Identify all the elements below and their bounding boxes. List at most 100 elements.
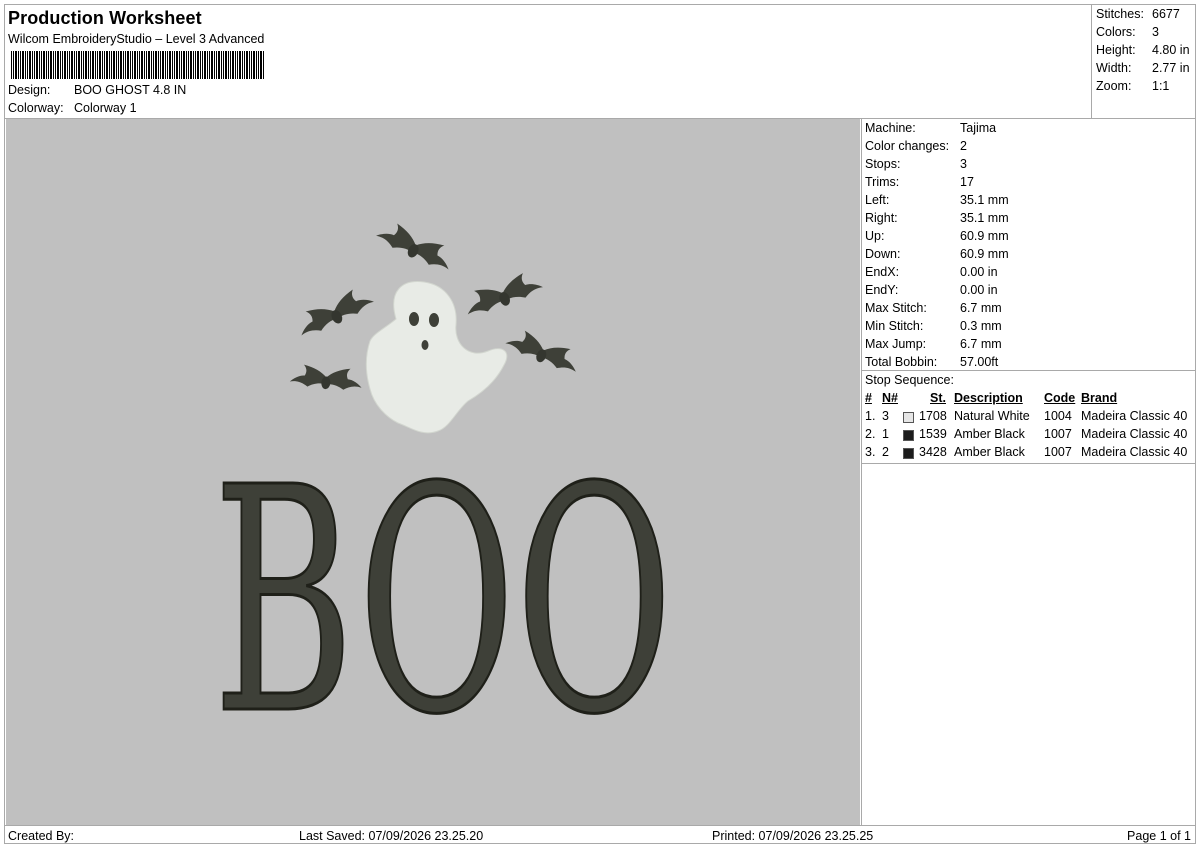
stitch-count: 1539 xyxy=(919,427,947,441)
barcode-bar xyxy=(263,51,264,79)
printed-date: Printed: 07/09/2026 23.25.25 xyxy=(712,829,874,843)
barcode-bar xyxy=(92,51,94,79)
barcode-bar xyxy=(148,51,150,79)
thread-code: 1007 xyxy=(1044,445,1072,459)
barcode-bar xyxy=(116,51,117,79)
detail-value: 60.9 mm xyxy=(960,247,1009,261)
barcode-bar xyxy=(202,51,203,79)
barcode-bar xyxy=(209,51,210,79)
barcode-bar xyxy=(221,51,222,79)
barcode-bar xyxy=(151,51,152,79)
stop-index: 1. xyxy=(865,409,876,423)
summary-width: Width: 2.77 in xyxy=(1096,61,1190,75)
detail-label: Down: xyxy=(865,247,901,261)
barcode-bar xyxy=(127,51,129,79)
barcode-bar xyxy=(125,51,126,79)
barcode-bar xyxy=(174,51,175,79)
barcode-bar xyxy=(258,51,259,79)
color-swatch xyxy=(903,412,914,423)
thread-brand: Madeira Classic 40 xyxy=(1081,427,1188,441)
detail-row: Machine: Tajima xyxy=(865,121,996,135)
detail-row: Total Bobbin: 57.00ft xyxy=(865,355,998,369)
detail-value: 0.3 mm xyxy=(960,319,1002,333)
barcode-bar xyxy=(176,51,178,79)
bat-icon xyxy=(373,217,458,275)
barcode-bar xyxy=(144,51,145,79)
barcode-bar xyxy=(11,51,12,79)
barcode-bar xyxy=(195,51,196,79)
detail-label: EndY: xyxy=(865,283,899,297)
barcode-bar xyxy=(214,51,215,79)
barcode-bar xyxy=(20,51,21,79)
stop-index: 3. xyxy=(865,445,876,459)
barcode-bar xyxy=(41,51,42,79)
detail-label: Max Jump: xyxy=(865,337,927,351)
barcode-bar xyxy=(106,51,108,79)
detail-value: 2 xyxy=(960,139,967,153)
barcode-bar xyxy=(153,51,154,79)
barcode-bar xyxy=(130,51,131,79)
barcode-bar xyxy=(172,51,173,79)
colorway-value: Colorway 1 xyxy=(74,101,137,115)
barcode-bar xyxy=(200,51,201,79)
detail-row: Up: 60.9 mm xyxy=(865,229,1009,243)
stop-table-header: # N# St. Description Code Brand xyxy=(862,391,1196,409)
summary-height: Height: 4.80 in xyxy=(1096,43,1190,57)
design-value: BOO GHOST 4.8 IN xyxy=(74,83,187,97)
barcode-bar xyxy=(249,51,250,79)
color-swatch xyxy=(903,430,914,441)
barcode-bar xyxy=(118,51,119,79)
detail-value: 60.9 mm xyxy=(960,229,1009,243)
detail-value: 6.7 mm xyxy=(960,337,1002,351)
summary-zoom: Zoom: 1:1 xyxy=(1096,79,1170,93)
barcode-bar xyxy=(256,51,257,79)
thread-code: 1004 xyxy=(1044,409,1072,423)
barcode-bar xyxy=(60,51,61,79)
bat-icon xyxy=(460,268,545,320)
stop-row: 2. 1 1539 Amber Black 1007 Madeira Classic 40 xyxy=(862,427,1196,445)
summary-stitches: Stitches: 6677 xyxy=(1096,7,1180,21)
barcode-bar xyxy=(88,51,89,79)
detail-row: EndX: 0.00 in xyxy=(865,265,998,279)
barcode-bar xyxy=(62,51,63,79)
barcode-bar xyxy=(109,51,110,79)
barcode-bar xyxy=(83,51,84,79)
barcode-bar xyxy=(132,51,133,79)
detail-row: Max Jump: 6.7 mm xyxy=(865,337,1002,351)
stitch-count: 1708 xyxy=(919,409,947,423)
barcode-bar xyxy=(48,51,49,79)
detail-row: Max Stitch: 6.7 mm xyxy=(865,301,1002,315)
barcode-bar xyxy=(78,51,80,79)
boo-text: BOO xyxy=(213,422,673,783)
detail-label: Max Stitch: xyxy=(865,301,927,315)
stop-sequence-label: Stop Sequence: xyxy=(865,373,954,387)
page-number: Page 1 of 1 xyxy=(1127,829,1191,843)
detail-row: Color changes: 2 xyxy=(865,139,967,153)
detail-label: Machine: xyxy=(865,121,916,135)
barcode-bar xyxy=(230,51,231,79)
detail-value: 35.1 mm xyxy=(960,211,1009,225)
detail-label: Min Stitch: xyxy=(865,319,924,333)
barcode-bar xyxy=(237,51,238,79)
col-stitches: St. xyxy=(930,391,946,405)
worksheet-header: Production Worksheet Wilcom EmbroiderySt… xyxy=(5,5,1091,118)
detail-row: Stops: 3 xyxy=(865,157,967,171)
barcode-bar xyxy=(137,51,138,79)
detail-label: Stops: xyxy=(865,157,901,171)
barcode-bar xyxy=(225,51,227,79)
barcode-bar xyxy=(260,51,262,79)
barcode-bar xyxy=(55,51,56,79)
col-brand: Brand xyxy=(1081,391,1118,405)
detail-label: Right: xyxy=(865,211,898,225)
barcode-bar xyxy=(104,51,105,79)
barcode-bar xyxy=(242,51,243,79)
detail-row: Trims: 17 xyxy=(865,175,974,189)
barcode-bar xyxy=(74,51,75,79)
barcode-bar xyxy=(85,51,87,79)
barcode-bar xyxy=(218,51,220,79)
barcode-bar xyxy=(244,51,245,79)
barcode-bar xyxy=(113,51,115,79)
detail-value: 0.00 in xyxy=(960,265,998,279)
barcode-bar xyxy=(223,51,224,79)
stop-rows: 1. 3 1708 Natural White 1004 Madeira Classic … xyxy=(862,409,1196,463)
